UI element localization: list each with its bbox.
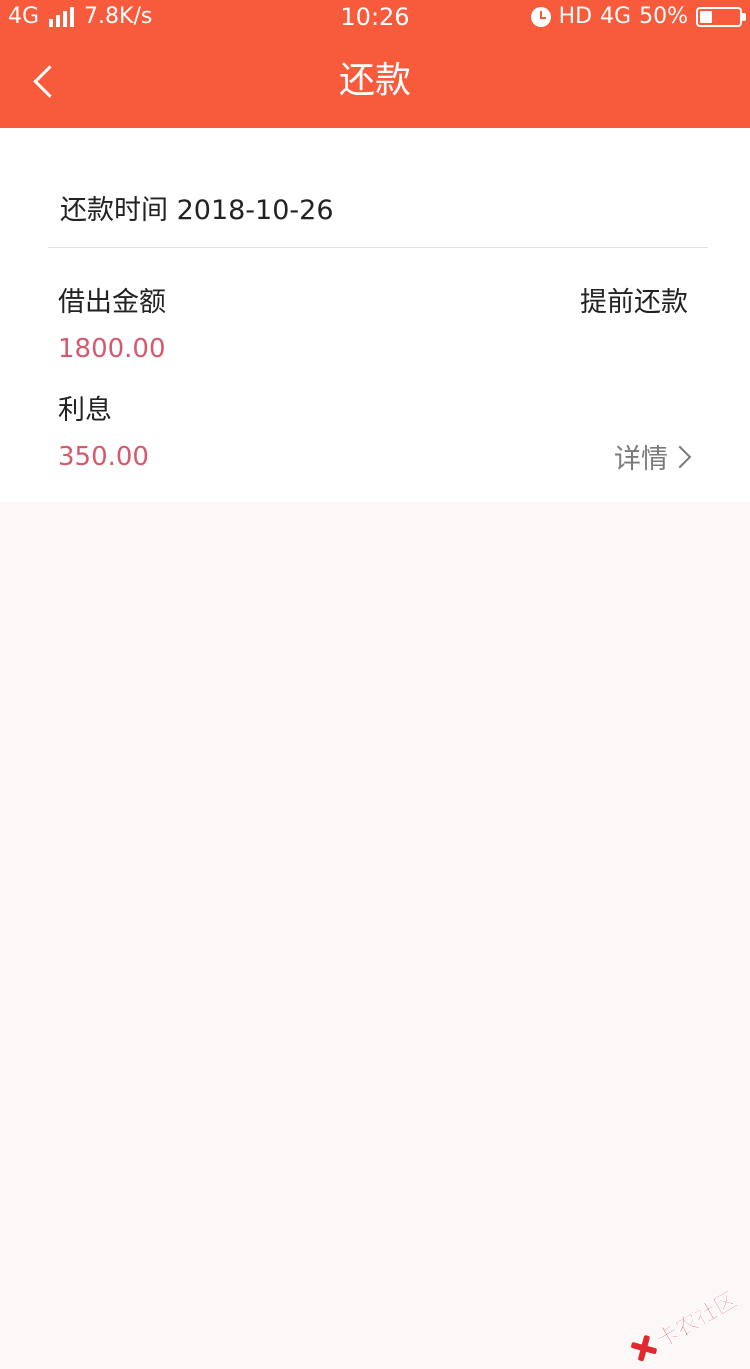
- chevron-right-icon: [668, 445, 692, 468]
- alarm-icon: [530, 7, 551, 27]
- interest-value: 350.00: [58, 442, 149, 472]
- watermark-text: 卡农社区: [652, 1287, 742, 1354]
- page-title: 还款: [338, 60, 411, 101]
- principal-value: 1800.00: [58, 334, 166, 364]
- details-link[interactable]: 详情: [614, 437, 692, 476]
- hd-label: HD: [558, 4, 593, 29]
- principal-label: 借出金额: [58, 287, 166, 318]
- battery-icon: [696, 7, 746, 27]
- repay-date-row: 还款时间 2018-10-26: [60, 188, 334, 227]
- status-right: HD 4G 50%: [530, 0, 746, 34]
- network-label-right: 4G: [600, 4, 632, 29]
- repay-date-label: 还款时间: [60, 195, 168, 226]
- loan-card: 还款时间 2018-10-26 借出金额 提前还款 1800.00 利息 350…: [0, 128, 750, 502]
- interest-label: 利息: [58, 395, 112, 426]
- details-label: 详情: [614, 444, 668, 475]
- watermark: 卡农社区: [624, 1282, 742, 1369]
- battery-percent: 50%: [639, 4, 688, 29]
- divider: [48, 247, 708, 248]
- status-bar: 4G 7.8K/s 10:26 HD 4G 50%: [0, 0, 750, 34]
- repay-date-value: 2018-10-26: [176, 195, 334, 226]
- nav-bar: 还款: [0, 34, 750, 128]
- header: 4G 7.8K/s 10:26 HD 4G 50% 还款: [0, 0, 750, 128]
- prepay-button[interactable]: 提前还款: [580, 280, 688, 319]
